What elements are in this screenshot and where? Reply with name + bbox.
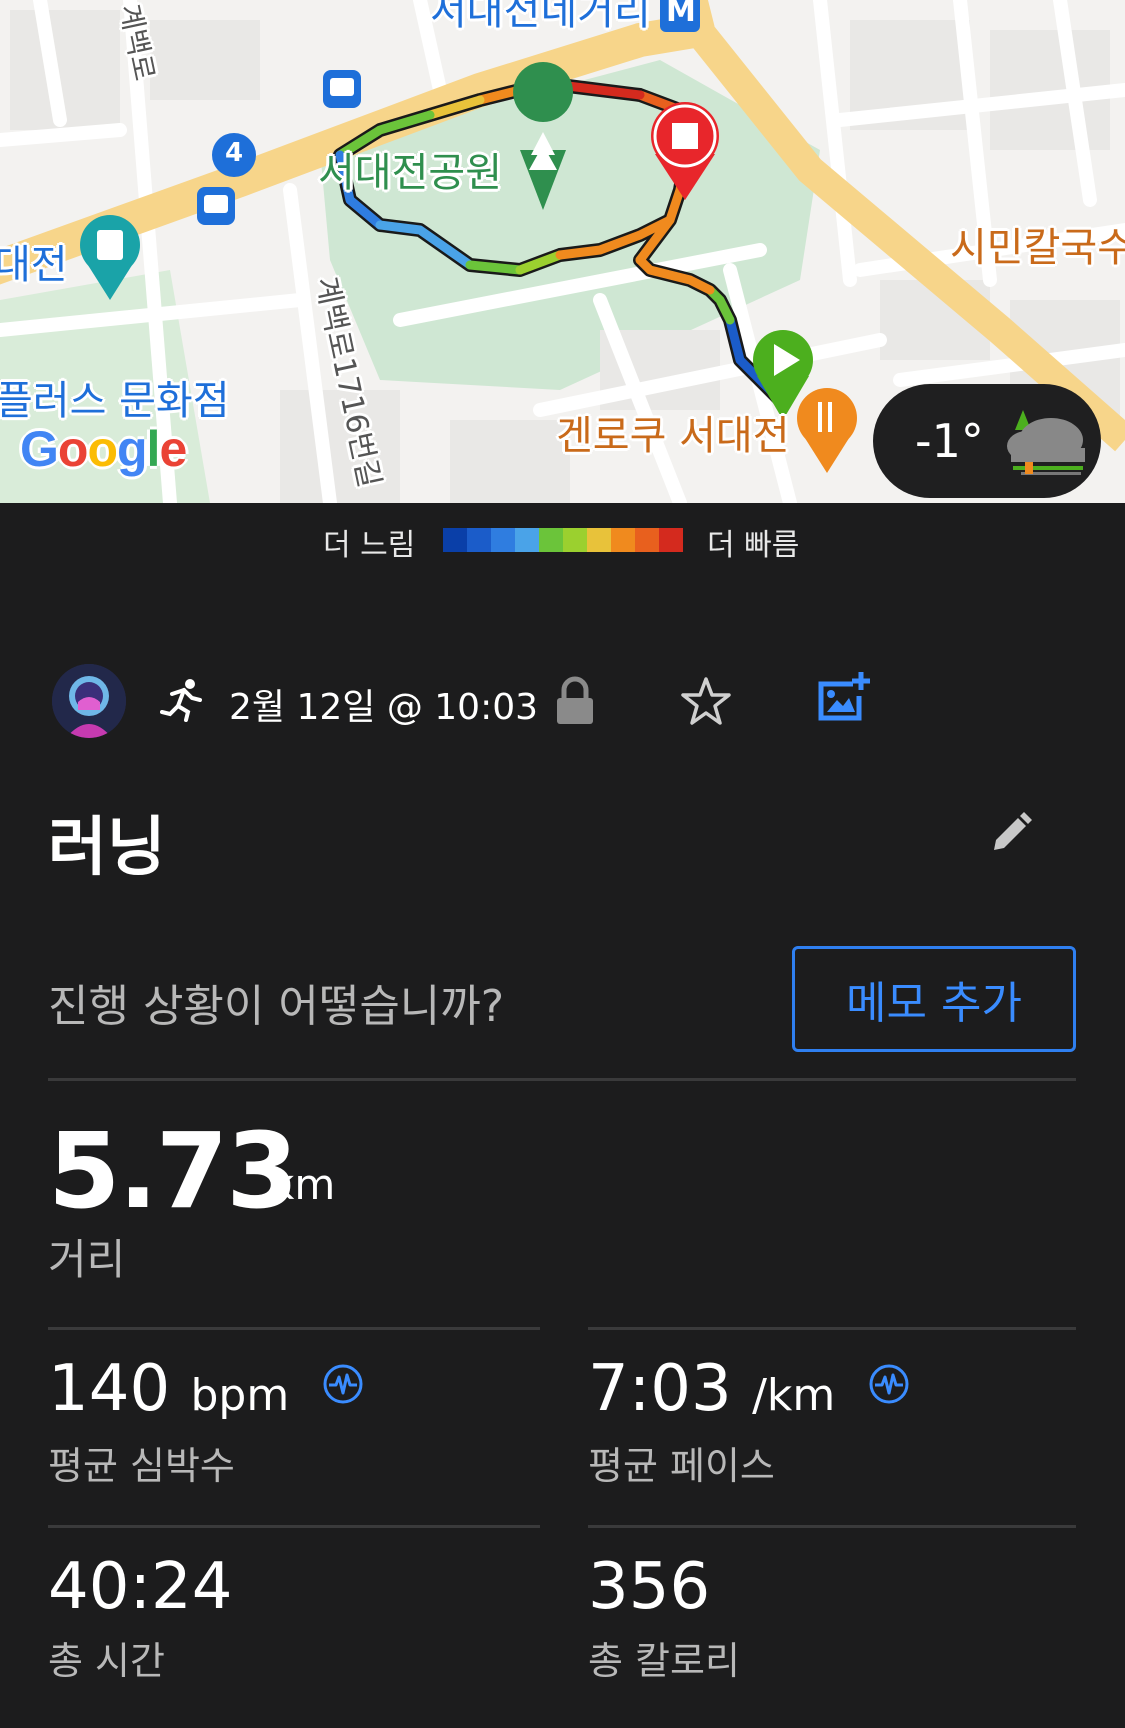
heart-rate-stat: 140 bpm 평균 심박수: [48, 1352, 364, 1490]
divider: [588, 1525, 1076, 1528]
map-label-park: 서대전공원: [318, 150, 502, 196]
legend-color-bar: [443, 528, 683, 552]
total-time-stat: 40:24 총 시간: [48, 1550, 232, 1685]
legend-color-segment: [563, 528, 587, 552]
legend-color-segment: [443, 528, 467, 552]
calories-stat: 356 총 칼로리: [588, 1550, 740, 1685]
legend-color-segment: [491, 528, 515, 552]
legend-color-segment: [611, 528, 635, 552]
heart-rate-value: 140: [48, 1352, 171, 1426]
google-logo: Google: [20, 421, 187, 477]
weather-badge[interactable]: -1°: [873, 384, 1101, 498]
distance-label: 거리: [48, 1235, 126, 1284]
activity-date: 2월 12일 @ 10:03: [229, 687, 539, 728]
total-time-label: 총 시간: [48, 1639, 165, 1683]
edit-icon[interactable]: [988, 810, 1034, 860]
legend-color-segment: [635, 528, 659, 552]
heart-rate-label: 평균 심박수: [48, 1444, 235, 1489]
legend-fast-label: 더 빠름: [707, 528, 800, 563]
legend-color-segment: [539, 528, 563, 552]
metro-icon: M: [666, 0, 696, 29]
lock-icon[interactable]: [555, 676, 595, 730]
pace-stat: 7:03 /km 평균 페이스: [588, 1352, 910, 1490]
distance-unit: km: [270, 1160, 336, 1209]
legend-color-segment: [659, 528, 683, 552]
weather-temperature: -1°: [915, 414, 984, 468]
legend-slow-label: 더 느림: [323, 528, 416, 563]
pace-label: 평균 페이스: [588, 1444, 775, 1489]
map-label-daejeon: 대전: [0, 242, 68, 288]
add-memo-button[interactable]: 메모 추가: [792, 946, 1076, 1052]
avatar[interactable]: [52, 664, 126, 738]
memo-prompt: 진행 상황이 어떻습니까?: [48, 981, 505, 1032]
divider: [588, 1327, 1076, 1330]
activity-header: 2월 12일 @ 10:03: [52, 664, 1072, 740]
pace-zone-icon[interactable]: [868, 1347, 910, 1421]
distance-value: 5.73: [48, 1110, 299, 1232]
pace-unit: /km: [752, 1370, 836, 1421]
divider: [48, 1525, 540, 1528]
pace-value: 7:03: [588, 1352, 732, 1426]
activity-title: 러닝: [48, 811, 166, 885]
heart-rate-zone-icon[interactable]: [322, 1347, 364, 1421]
calories-label: 총 칼로리: [588, 1639, 740, 1683]
running-icon: [160, 678, 204, 726]
total-time-value: 40:24: [48, 1550, 233, 1624]
star-icon[interactable]: [680, 676, 732, 730]
cloud-fog-icon: [1001, 402, 1091, 482]
legend-color-segment: [515, 528, 539, 552]
divider: [48, 1327, 540, 1330]
calories-value: 356: [588, 1550, 711, 1624]
map-label-station: 서대전네거리: [430, 0, 651, 34]
map-label-noodle: 시민칼국수: [950, 225, 1125, 271]
add-photo-icon[interactable]: [815, 670, 871, 730]
heart-rate-unit: bpm: [190, 1370, 290, 1421]
divider: [48, 1078, 1076, 1081]
pace-legend: 더 느림 더 빠름: [0, 520, 1125, 563]
legend-color-segment: [467, 528, 491, 552]
legend-color-segment: [587, 528, 611, 552]
map-label-restaurant: 겐로쿠 서대전: [556, 413, 790, 459]
bus-route-number: 4: [225, 138, 244, 168]
activity-map[interactable]: 서대전네거리 서대전공원 대전 플러스 문화점 겐로쿠 서대전 시민칼국수 계백…: [0, 0, 1125, 503]
map-label-culture: 플러스 문화점: [0, 378, 230, 424]
